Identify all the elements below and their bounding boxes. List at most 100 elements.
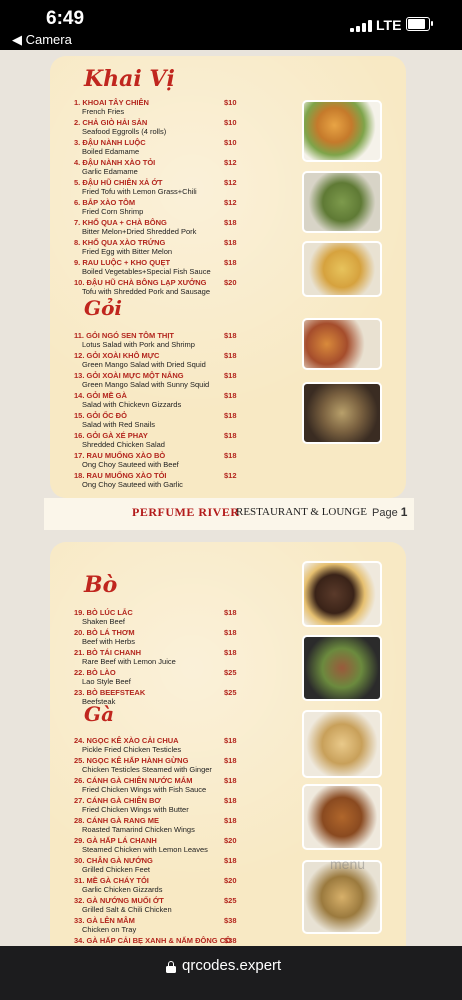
menu-item-price: $18: [224, 816, 237, 825]
menu-item-vietnamese-name: 34. GÀ HẤP CẢI BẸ XANH & NẤM ĐÔNG CÔ: [74, 936, 231, 945]
food-photo-shaken-beef: [302, 561, 382, 627]
watermark: menu: [330, 856, 366, 872]
menu-item-price: $18: [224, 608, 237, 617]
menu-item-english-name: Boiled Edamame: [82, 147, 140, 156]
menu-item-price: $18: [224, 391, 237, 400]
menu-item: 17. RAU MUỐNG XÀO BÒ Ong Choy Sauteed wit…: [74, 451, 304, 471]
menu-item-price: $38: [224, 936, 237, 945]
menu-item-vietnamese-name: 14. GỎI MỀ GÀ: [74, 391, 127, 400]
menu-item: 33. GÀ LÊN MÂM Chicken on Tray $38: [74, 916, 304, 936]
menu-item-vietnamese-name: 11. GỎI NGÓ SEN TÔM THỊT: [74, 331, 175, 340]
menu-item-english-name: Garlic Chicken Gizzards: [82, 885, 163, 894]
menu-item-price: $18: [224, 796, 237, 805]
menu-item: 26. CÁNH GÀ CHIÊN NƯỚC MẮM Fried Chicken …: [74, 776, 304, 796]
menu-item: 10. ĐẬU HŨ CHÀ BÔNG LẠP XƯỞNG Tofu with S…: [74, 278, 304, 298]
menu-item-price: $10: [224, 98, 237, 107]
menu-item: 9. RAU LUỘC + KHO QUẸT Boiled Vegetables+…: [74, 258, 304, 278]
menu-item-vietnamese-name: 28. CÁNH GÀ RANG ME: [74, 816, 160, 825]
menu-item-price: $18: [224, 856, 237, 865]
menu-item-english-name: Grilled Chicken Feet: [82, 865, 150, 874]
menu-item-vietnamese-name: 25. NGỌC KÊ HẤP HÀNH GỪNG: [74, 756, 189, 765]
menu-item-vietnamese-name: 30. CHÂN GÀ NƯỚNG: [74, 856, 153, 865]
menu-item-vietnamese-name: 32. GÀ NƯỚNG MUỐI ỚT: [74, 896, 164, 905]
menu-item-vietnamese-name: 6. BẮP XÀO TÔM: [74, 198, 136, 207]
menu-item: 15. GỎI ỐC ĐỎ Salad with Red Snails $18: [74, 411, 304, 431]
menu-item-english-name: Grilled Salt & Chili Chicken: [82, 905, 172, 914]
menu-item: 22. BÒ LÀO Lao Style Beef $25: [74, 668, 304, 688]
menu-item-vietnamese-name: 10. ĐẬU HŨ CHÀ BÔNG LẠP XƯỞNG: [74, 278, 207, 287]
menu-item-price: $18: [224, 351, 237, 360]
menu-item-price: $18: [224, 331, 237, 340]
browser-address-bar[interactable]: qrcodes.expert: [0, 946, 462, 1000]
menu-image-viewer[interactable]: Khai Vị 1. KHOAI TÂY CHIÊN French Fries $1…: [0, 50, 462, 946]
back-to-camera-link[interactable]: ◀ Camera: [12, 32, 72, 48]
menu-item: 1. KHOAI TÂY CHIÊN French Fries $10: [74, 98, 304, 118]
menu-item-english-name: Chicken Testicles Steamed with Ginger: [82, 765, 212, 774]
address-text[interactable]: qrcodes.expert: [182, 957, 281, 974]
menu-item: 20. BÒ LÁ THƠM Beef with Herbs $18: [74, 628, 304, 648]
food-photo-chicken-testicles: [302, 710, 382, 778]
menu-item-price: $18: [224, 371, 237, 380]
network-label: LTE: [376, 17, 402, 33]
brand-name: PERFUME RIVER: [132, 505, 240, 519]
menu-item-vietnamese-name: 20. BÒ LÁ THƠM: [74, 628, 135, 637]
menu-item: 34. GÀ HẤP CẢI BẸ XANH & NẤM ĐÔNG CÔ $38: [74, 936, 304, 946]
menu-item-english-name: Seafood Eggrolls (4 rolls): [82, 127, 167, 136]
menu-item-english-name: Garlic Edamame: [82, 167, 138, 176]
menu-item: 27. CÁNH GÀ CHIÊN BƠ Fried Chicken Wings …: [74, 796, 304, 816]
menu-item-vietnamese-name: 29. GÀ HẤP LÁ CHANH: [74, 836, 157, 845]
menu-item-english-name: Ong Choy Sauteed with Garlic: [82, 480, 183, 489]
signal-icon: [350, 20, 372, 32]
menu-page-2: Bò 19. BÒ LÚC LẮC Shaken Beef $18 20. BÒ LÁ…: [50, 542, 406, 946]
menu-item-price: $18: [224, 776, 237, 785]
menu-item-english-name: Tofu with Shredded Pork and Sausage: [82, 287, 211, 296]
battery-tip: [431, 21, 433, 26]
food-photo-corn-shrimp: [302, 241, 382, 297]
menu-item-price: $12: [224, 178, 237, 187]
food-photo-chicken-wings: [302, 784, 382, 850]
menu-item-english-name: Steamed Chicken with Lemon Leaves: [82, 845, 208, 854]
menu-item-vietnamese-name: 2. CHẢ GIÒ HẢI SẢN: [74, 118, 148, 127]
menu-item: 7. KHỔ QUA + CHÀ BÔNG Bitter Melon+Dried …: [74, 218, 304, 238]
page-number: 1: [400, 505, 408, 519]
section-title-ga: Gà: [84, 702, 115, 726]
menu-item-english-name: Fried Tofu with Lemon Grass+Chili: [82, 187, 197, 196]
clock: 6:49: [46, 8, 85, 29]
menu-item-price: $12: [224, 198, 237, 207]
menu-item-english-name: Roasted Tamarind Chicken Wings: [82, 825, 195, 834]
menu-item-vietnamese-name: 27. CÁNH GÀ CHIÊN BƠ: [74, 796, 161, 805]
menu-item-english-name: Shredded Chicken Salad: [82, 440, 165, 449]
menu-item-english-name: Fried Corn Shrimp: [82, 207, 144, 216]
menu-item-vietnamese-name: 26. CÁNH GÀ CHIÊN NƯỚC MẮM: [74, 776, 193, 785]
menu-item-price: $25: [224, 688, 237, 697]
menu-item: 5. ĐẬU HŨ CHIÊN XẢ ỚT Fried Tofu with Lem…: [74, 178, 304, 198]
section-title-khai-vi: Khai Vị: [84, 66, 175, 92]
menu-item-vietnamese-name: 22. BÒ LÀO: [74, 668, 116, 677]
menu-item: 19. BÒ LÚC LẮC Shaken Beef $18: [74, 608, 304, 628]
menu-item-price: $18: [224, 648, 237, 657]
menu-item-vietnamese-name: 13. GỎI XOÀI MỰC MỘT NẮNG: [74, 371, 184, 380]
menu-item: 8. KHỔ QUA XÀO TRỨNG Fried Egg with Bitte…: [74, 238, 304, 258]
appetizer-list: 1. KHOAI TÂY CHIÊN French Fries $10 2. CHẢ …: [74, 98, 304, 298]
menu-item-price: $18: [224, 756, 237, 765]
menu-item: 6. BẮP XÀO TÔM Fried Corn Shrimp $12: [74, 198, 304, 218]
menu-item: 11. GỎI NGÓ SEN TÔM THỊT Lotus Salad with…: [74, 331, 304, 351]
menu-item-vietnamese-name: 17. RAU MUỐNG XÀO BÒ: [74, 451, 166, 460]
menu-item-english-name: Pickle Fried Chicken Testicles: [82, 745, 182, 754]
menu-item-vietnamese-name: 4. ĐẬU NÀNH XÀO TỎI: [74, 158, 156, 167]
food-photo-lotus-salad: [302, 318, 382, 370]
menu-item: 12. GỎI XOÀI KHÔ MỰC Green Mango Salad wi…: [74, 351, 304, 371]
menu-item-vietnamese-name: 5. ĐẬU HŨ CHIÊN XẢ ỚT: [74, 178, 163, 187]
menu-item-price: $18: [224, 218, 237, 227]
food-photo-edamame: [302, 171, 382, 233]
menu-item-english-name: Lotus Salad with Pork and Shrimp: [82, 340, 195, 349]
menu-item: 16. GỎI GÀ XÉ PHAY Shredded Chicken Salad…: [74, 431, 304, 451]
menu-item-english-name: Salad with Red Snails: [82, 420, 155, 429]
menu-item-price: $20: [224, 836, 237, 845]
page-indicator: Page 1: [372, 505, 407, 519]
menu-item-english-name: French Fries: [82, 107, 125, 116]
menu-item-price: $18: [224, 451, 237, 460]
menu-item: 4. ĐẬU NÀNH XÀO TỎI Garlic Edamame $12: [74, 158, 304, 178]
menu-item-english-name: Fried Chicken Wings with Butter: [82, 805, 189, 814]
menu-item-vietnamese-name: 19. BÒ LÚC LẮC: [74, 608, 133, 617]
